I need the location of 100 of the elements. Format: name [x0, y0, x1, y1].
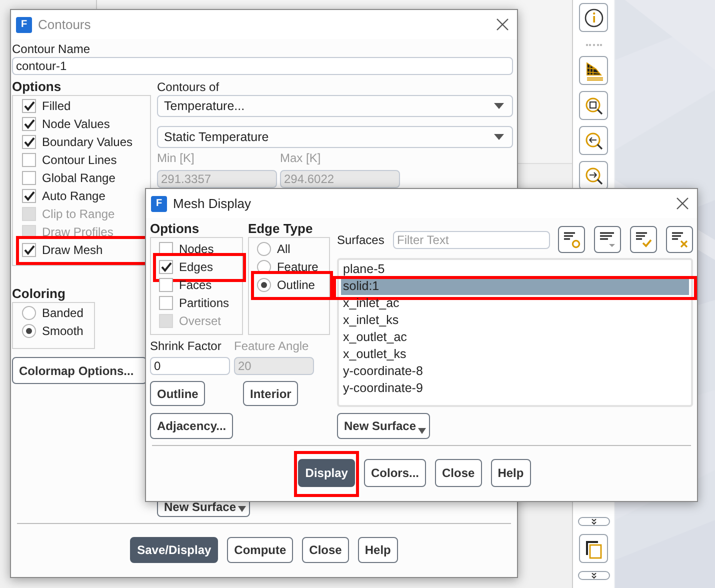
info-icon: [584, 8, 604, 28]
checkbox-label: Boundary Values: [42, 134, 133, 150]
checkbox-label: Draw Mesh: [42, 242, 103, 258]
section-heading: Coloring: [12, 286, 66, 302]
checkbox[interactable]: [22, 243, 36, 257]
dialog-button[interactable]: Display: [298, 459, 355, 487]
checkbox-label: Auto Range: [42, 188, 106, 204]
filter-field[interactable]: Filter Text: [393, 230, 550, 248]
toolbar-button[interactable]: [579, 126, 608, 155]
dropdown[interactable]: Temperature...: [157, 95, 513, 117]
radio-button[interactable]: [256, 242, 271, 256]
list-tool-button[interactable]: [594, 226, 621, 253]
list-caret-icon: [598, 230, 617, 249]
interior-button[interactable]: Interior: [243, 381, 298, 406]
list-item[interactable]: x_outlet_ks: [341, 346, 689, 363]
section-heading: Options: [12, 79, 62, 95]
section-heading: Options: [150, 221, 200, 237]
caret-icon: [494, 103, 504, 109]
window-title: Mesh Display: [173, 196, 252, 211]
checkbox-label: Clip to Range: [42, 206, 115, 222]
dialog-button[interactable]: Help: [490, 459, 531, 487]
radio-button[interactable]: [22, 306, 36, 320]
checkbox-label: Nodes: [179, 241, 214, 257]
name-field[interactable]: contour-1: [12, 57, 513, 75]
checkbox[interactable]: [22, 171, 36, 185]
list-item[interactable]: solid:1: [341, 278, 689, 295]
window-title: Contours: [38, 17, 92, 32]
radio-label: Banded: [42, 305, 84, 321]
list-tool-button[interactable]: [558, 226, 585, 253]
staircase-icon: [584, 60, 604, 80]
zoom-right-icon: [584, 166, 604, 186]
list-item[interactable]: x_inlet_ks: [341, 312, 689, 329]
field-label: Min [K]: [157, 150, 196, 166]
list-tool-button[interactable]: [666, 226, 693, 253]
list-item[interactable]: y-coordinate-9: [341, 380, 689, 397]
checkbox[interactable]: [22, 99, 36, 113]
dialog-button[interactable]: Close: [302, 537, 349, 563]
radio-label: All: [276, 241, 290, 257]
dialog-button[interactable]: Close: [435, 459, 482, 487]
chevron-icon: [590, 518, 596, 524]
shrink-field[interactable]: 0: [150, 357, 230, 375]
field-label: Shrink Factor: [150, 338, 222, 354]
dialog-button[interactable]: Colors...: [364, 459, 426, 487]
close-icon[interactable]: [676, 197, 689, 210]
toolbar-button[interactable]: [579, 534, 608, 563]
checkbox-label: Overset: [179, 313, 222, 329]
checkbox-label: Node Values: [42, 116, 110, 132]
radio-label: Outline: [276, 277, 315, 293]
checkbox-label: Contour Lines: [42, 152, 117, 168]
checkbox-label: Faces: [179, 277, 212, 293]
caret-icon: [494, 134, 504, 140]
checkbox[interactable]: [159, 296, 173, 310]
toolbar-button[interactable]: [579, 3, 608, 32]
dialog-button[interactable]: Save/Display: [130, 537, 218, 563]
checkbox[interactable]: [22, 135, 36, 149]
zoom-box-icon: [584, 96, 604, 116]
list-item[interactable]: x_outlet_ac: [341, 329, 689, 346]
list-item[interactable]: y-coordinate-8: [341, 363, 689, 380]
outline-button[interactable]: Outline: [150, 381, 206, 406]
checkbox[interactable]: [22, 117, 36, 131]
dropdown[interactable]: Static Temperature: [157, 126, 513, 148]
radio-button[interactable]: [22, 324, 36, 338]
list-check-icon: [634, 230, 653, 249]
dialog-button[interactable]: Help: [358, 537, 398, 563]
toolbar-button[interactable]: [579, 161, 608, 190]
toolbar-button[interactable]: [579, 91, 608, 120]
app-icon: F: [151, 196, 167, 212]
app-icon: F: [16, 16, 32, 32]
field-label: Feature Angle: [234, 338, 310, 354]
colormap-button[interactable]: Colormap Options...: [12, 357, 147, 384]
checkbox-label: Partitions: [179, 295, 230, 311]
checkbox-label: Edges: [179, 259, 214, 275]
list-cross-icon: [670, 230, 689, 249]
field-label: Contours of: [157, 79, 220, 95]
checkbox-label: Global Range: [42, 170, 116, 186]
toolbar-button[interactable]: [579, 56, 608, 85]
new-surface-button[interactable]: New Surface: [337, 413, 430, 439]
checkbox[interactable]: [159, 278, 173, 292]
list-item[interactable]: plane-5: [341, 261, 689, 278]
caret-icon: [238, 506, 246, 512]
pages-icon: [584, 538, 604, 558]
field-label: Surfaces: [337, 232, 384, 248]
field-label: Contour Name: [12, 41, 92, 57]
checkbox[interactable]: [22, 189, 36, 203]
radio-button[interactable]: [256, 278, 271, 292]
list-tool-button[interactable]: [630, 226, 657, 253]
checkbox[interactable]: [159, 260, 173, 274]
caret-icon: [418, 428, 426, 434]
list-item[interactable]: x_inlet_ac: [341, 295, 689, 312]
checkbox-label: Draw Profiles: [42, 224, 114, 240]
radio-label: Smooth: [42, 323, 84, 339]
expander-button[interactable]: [578, 517, 610, 526]
close-icon[interactable]: [496, 18, 509, 31]
dialog-button[interactable]: Compute: [227, 537, 294, 563]
radio-label: Feature: [276, 259, 318, 275]
adjacency-button[interactable]: Adjacency...: [150, 413, 234, 439]
list-circle-icon: [562, 230, 581, 249]
chevron-icon: [590, 572, 596, 578]
expander-button[interactable]: [578, 571, 610, 580]
checkbox[interactable]: [22, 153, 36, 167]
